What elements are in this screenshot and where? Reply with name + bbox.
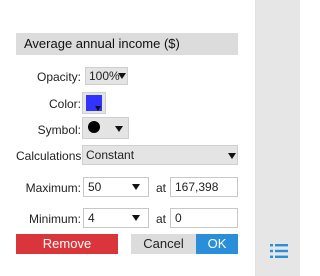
color-label: Color: bbox=[48, 97, 81, 111]
ok-button[interactable]: OK bbox=[196, 234, 238, 254]
maximum-at-label: at bbox=[156, 181, 167, 195]
maximum-select[interactable]: 50 bbox=[83, 177, 149, 197]
calculations-select[interactable]: Constant bbox=[82, 145, 238, 165]
symbol-label: Symbol: bbox=[37, 123, 81, 137]
calculations-value: Constant bbox=[86, 148, 135, 162]
maximum-label: Maximum: bbox=[25, 181, 81, 195]
list-icon[interactable] bbox=[270, 244, 288, 258]
maximum-at-input[interactable]: 167,398 bbox=[170, 177, 238, 197]
sidebar bbox=[256, 0, 300, 276]
minimum-at-label: at bbox=[156, 212, 167, 226]
minimum-label: Minimum: bbox=[28, 212, 81, 226]
color-picker[interactable] bbox=[82, 92, 106, 114]
minimum-select[interactable]: 4 bbox=[83, 208, 149, 228]
chevron-down-icon bbox=[132, 184, 140, 190]
opacity-value: 100% bbox=[89, 69, 120, 83]
chevron-down-icon bbox=[115, 126, 123, 132]
opacity-select[interactable]: 100% bbox=[85, 67, 128, 85]
symbol-select[interactable] bbox=[82, 117, 129, 139]
layer-settings-panel: Average annual income ($) Opacity: 100% … bbox=[0, 0, 256, 276]
panel-title: Average annual income ($) bbox=[16, 33, 238, 55]
chevron-down-icon bbox=[228, 153, 236, 159]
chevron-down-icon bbox=[132, 215, 140, 221]
remove-button[interactable]: Remove bbox=[16, 234, 118, 254]
maximum-value: 50 bbox=[88, 180, 102, 194]
chevron-down-icon bbox=[118, 73, 126, 79]
cancel-button[interactable]: Cancel bbox=[131, 234, 196, 254]
chevron-down-icon bbox=[95, 106, 101, 111]
minimum-at-input[interactable]: 0 bbox=[170, 208, 238, 228]
minimum-value: 4 bbox=[88, 211, 95, 225]
opacity-label: Opacity: bbox=[36, 70, 81, 84]
circle-symbol-icon bbox=[88, 121, 100, 133]
calculations-label: Calculations: bbox=[16, 149, 85, 163]
